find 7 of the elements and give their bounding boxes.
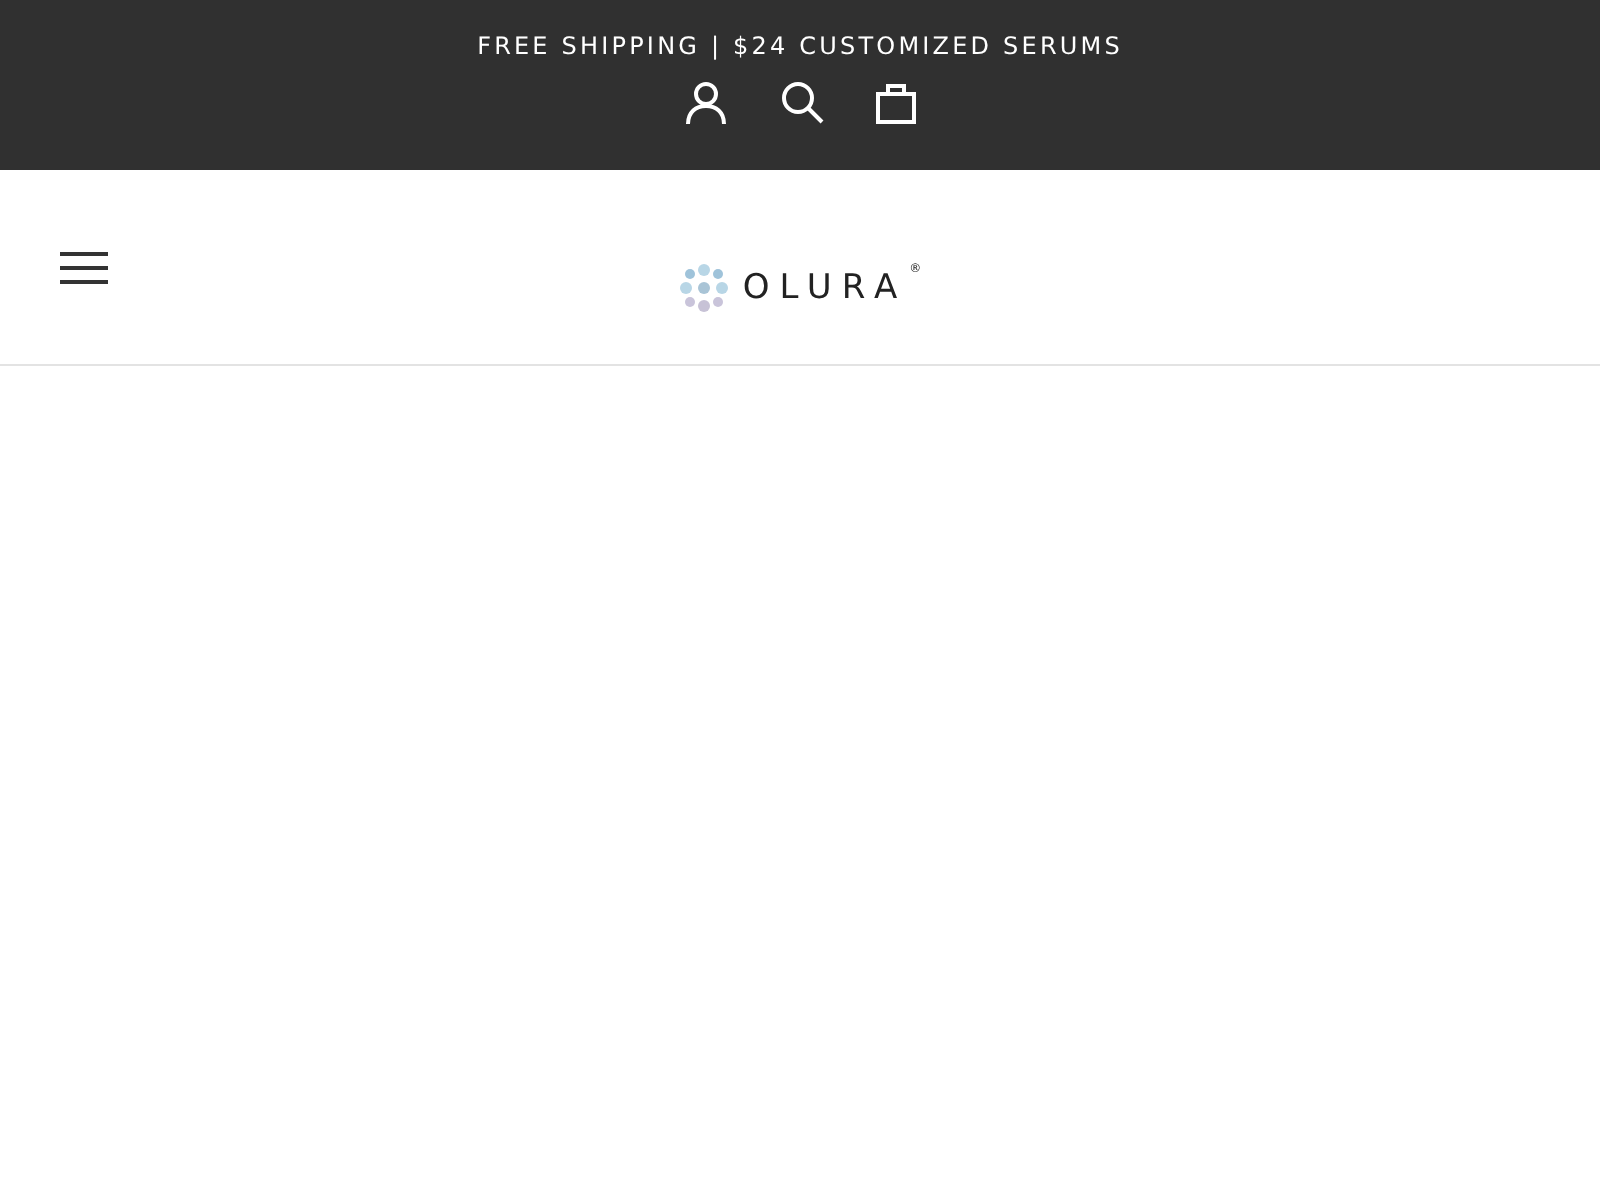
account-icon[interactable] <box>684 80 728 124</box>
logo-text[interactable]: OLURA <box>742 267 908 307</box>
announcement-text: FREE SHIPPING | $24 CUSTOMIZED SERUMS <box>477 32 1123 60</box>
search-icon[interactable] <box>780 80 824 124</box>
menu-icon[interactable] <box>60 252 108 284</box>
bag-icon[interactable] <box>876 80 916 124</box>
flower-logo-icon <box>678 261 731 313</box>
